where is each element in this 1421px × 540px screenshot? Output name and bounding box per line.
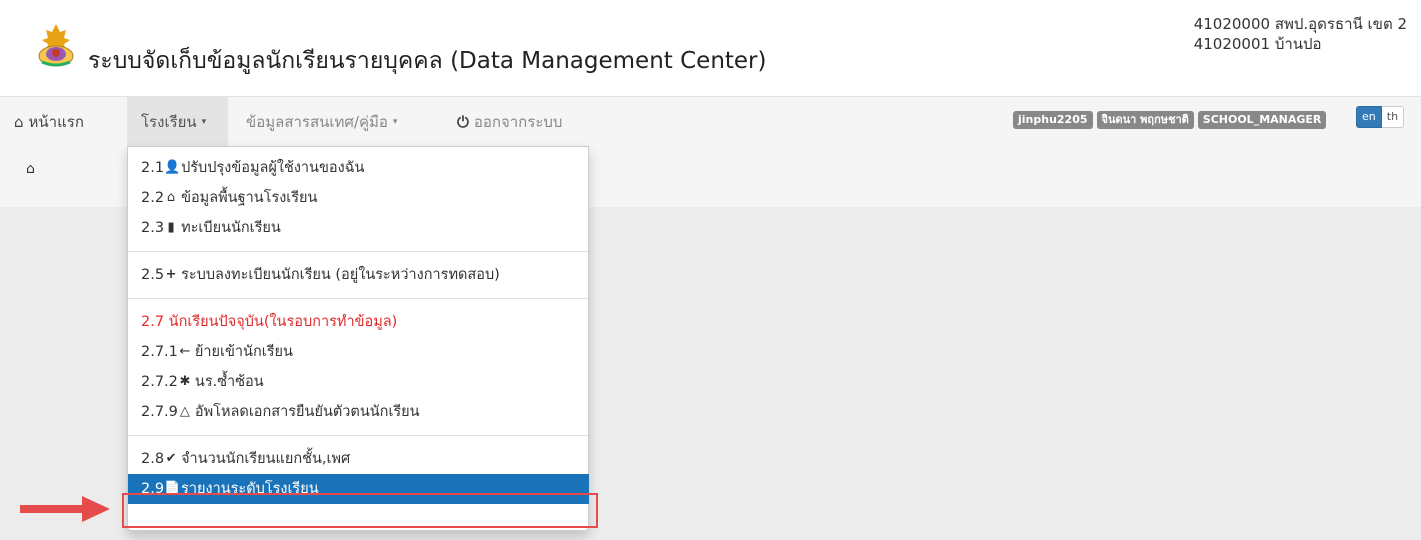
home-icon: ⌂ — [166, 190, 176, 205]
menu-item-2-2[interactable]: 2.2 ⌂ ข้อมูลพื้นฐานโรงเรียน — [128, 183, 588, 213]
school-dropdown-menu: 2.1 👤 ปรับปรุงข้อมูลผู้ใช้งานของฉัน 2.2 … — [127, 146, 589, 531]
book-icon: ▮ — [167, 220, 175, 235]
annotation-arrow-icon — [20, 496, 110, 522]
user-icon: 👤 — [164, 160, 181, 175]
caret-down-icon: ▾ — [201, 117, 207, 127]
menu-item-2-1[interactable]: 2.1 👤 ปรับปรุงข้อมูลผู้ใช้งานของฉัน — [128, 153, 588, 183]
nav-school-dropdown[interactable]: โรงเรียน ▾ — [127, 97, 228, 147]
role-badge: SCHOOL_MANAGER — [1197, 111, 1327, 129]
asterisk-icon: ✱ — [179, 374, 191, 389]
menu-divider — [128, 435, 588, 436]
upload-circle-icon: △ — [179, 404, 190, 419]
menu-item-2-7-2[interactable]: 2.7.2 ✱ นร.ซ้ำซ้อน — [128, 367, 588, 397]
check-icon: ✔ — [165, 451, 177, 466]
menu-divider — [128, 298, 588, 299]
header: ระบบจัดเก็บข้อมูลนักเรียนรายบุคคล (Data … — [0, 0, 1421, 90]
home-icon: ⌂ — [14, 113, 24, 131]
nav-home-label: หน้าแรก — [28, 113, 84, 131]
power-icon: ⏻ — [457, 113, 469, 131]
menu-item-2-7-1[interactable]: 2.7.1 ← ย้ายเข้านักเรียน — [128, 337, 588, 367]
username-badge: jinphu2205 — [1013, 111, 1093, 129]
nav-logout[interactable]: ⏻ ออกจากระบบ — [443, 97, 576, 147]
caret-down-icon: ▾ — [392, 117, 398, 127]
app-title: ระบบจัดเก็บข้อมูลนักเรียนรายบุคคล (Data … — [88, 48, 767, 74]
area-office: 41020000 สพป.อุดรธานี เขต 2 — [1193, 15, 1407, 33]
arrow-left-icon: ← — [179, 344, 191, 359]
breadcrumb-home-icon[interactable]: ⌂ — [26, 161, 35, 177]
fullname-badge: จินดนา พฤกษชาติ — [1096, 111, 1194, 129]
menu-header-2-7: 2.7 นักเรียนปัจจุบัน(ในรอบการทำข้อมูล) — [141, 314, 398, 330]
annotation-highlight-box — [122, 493, 598, 528]
lang-th-button[interactable]: th — [1381, 106, 1405, 128]
nav-info-label: ข้อมูลสารสนเทศ/คู่มือ — [246, 113, 388, 131]
lang-en-button[interactable]: en — [1356, 106, 1382, 128]
menu-item-2-8[interactable]: 2.8 ✔ จำนวนนักเรียนแยกชั้น,เพศ — [128, 444, 588, 474]
school-info: 41020000 สพป.อุดรธานี เขต 2 41020001 บ้า… — [1194, 14, 1407, 54]
navbar: ⌂ หน้าแรก โรงเรียน ▾ ข้อมูลสารสนเทศ/คู่ม… — [0, 96, 1421, 148]
plus-icon: + — [165, 267, 177, 282]
menu-item-2-5[interactable]: 2.5 + ระบบลงทะเบียนนักเรียน (อยู่ในระหว่… — [128, 260, 588, 290]
school-name: 41020001 บ้านปอ — [1193, 35, 1322, 53]
menu-item-2-3[interactable]: 2.3 ▮ ทะเบียนนักเรียน — [128, 213, 588, 243]
menu-item-2-7-9[interactable]: 2.7.9 △ อัพโหลดเอกสารยืนยันตัวตนนักเรียน — [128, 397, 588, 427]
nav-home[interactable]: ⌂ หน้าแรก — [14, 97, 84, 147]
user-badges: jinphu2205 จินดนา พฤกษชาติ SCHOOL_MANAGE… — [1013, 111, 1327, 129]
nav-school-label: โรงเรียน — [141, 113, 197, 131]
school-emblem-icon — [38, 24, 74, 67]
language-switch: en th — [1356, 106, 1405, 128]
nav-info-dropdown[interactable]: ข้อมูลสารสนเทศ/คู่มือ ▾ — [232, 97, 411, 147]
menu-divider — [128, 251, 588, 252]
nav-logout-label: ออกจากระบบ — [473, 113, 563, 131]
